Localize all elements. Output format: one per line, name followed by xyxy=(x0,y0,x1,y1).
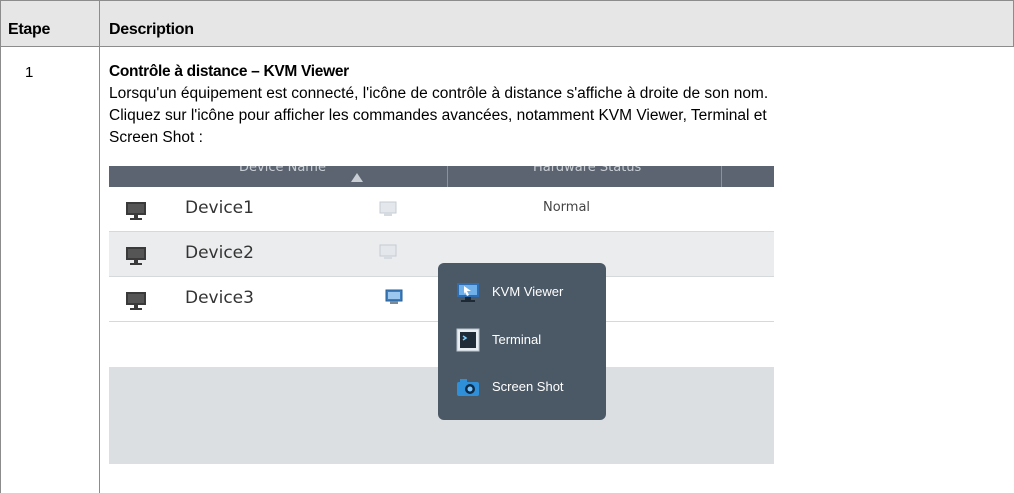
hardware-status: Normal xyxy=(543,200,591,215)
camera-icon xyxy=(457,379,479,396)
column-device-name: Device Name xyxy=(239,166,326,175)
menu-label: KVM Viewer xyxy=(492,284,564,299)
sort-asc-icon xyxy=(351,173,363,182)
device-row[interactable]: Device1 Normal xyxy=(109,187,774,232)
device-list-header: Device Name Hardware Status xyxy=(109,166,774,187)
remote-control-icon[interactable] xyxy=(385,289,403,305)
monitor-icon xyxy=(126,292,146,310)
device-name: Device2 xyxy=(185,243,254,263)
menu-label: Screen Shot xyxy=(492,379,564,394)
menu-item-screen-shot[interactable]: Screen Shot xyxy=(456,375,601,401)
terminal-icon xyxy=(456,328,480,352)
step-text-line-3: Screen Shot : xyxy=(109,129,203,146)
procedure-table: Etape Description 1 Contrôle à distance … xyxy=(0,0,1014,493)
column-hardware-status: Hardware Status xyxy=(533,166,642,175)
header-description: Description xyxy=(109,21,194,38)
step-text-line-2: Cliquez sur l'icône pour afficher les co… xyxy=(109,107,767,124)
remote-control-icon[interactable] xyxy=(379,201,397,217)
monitor-icon xyxy=(126,202,146,220)
menu-item-terminal[interactable]: Terminal xyxy=(456,328,601,354)
remote-control-menu: KVM Viewer Terminal Screen Shot xyxy=(438,263,606,420)
menu-label: Terminal xyxy=(492,332,542,347)
device-list-screenshot: Device Name Hardware Status Device1 Norm xyxy=(109,166,774,464)
remote-control-icon[interactable] xyxy=(379,244,397,260)
menu-item-kvm-viewer[interactable]: KVM Viewer xyxy=(456,280,601,306)
step-title: Contrôle à distance – KVM Viewer xyxy=(109,63,349,80)
device-name: Device3 xyxy=(185,288,254,308)
header-step: Etape xyxy=(8,21,51,38)
monitor-icon xyxy=(126,247,146,265)
kvm-viewer-icon xyxy=(457,283,479,302)
step-text-line-1: Lorsqu'un équipement est connecté, l'icô… xyxy=(109,85,769,102)
device-name: Device1 xyxy=(185,198,254,218)
step-number: 1 xyxy=(25,64,34,81)
